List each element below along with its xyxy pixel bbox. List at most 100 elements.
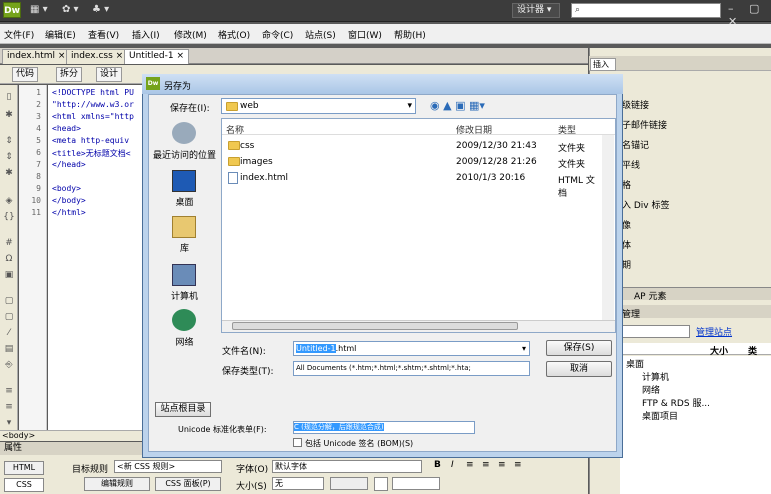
size-unit-select[interactable] <box>330 477 368 490</box>
show-code-navigator-icon[interactable]: ✱ <box>3 110 15 120</box>
insert-item[interactable]: 子邮件链接 <box>622 118 667 131</box>
insert-item[interactable]: 级链接 <box>622 98 649 111</box>
bold-button[interactable]: B <box>434 460 441 470</box>
place-library[interactable]: 库 <box>150 241 219 254</box>
select-parent-tag-icon[interactable]: ◈ <box>3 196 15 206</box>
up-folder-icon[interactable]: ▲ <box>443 99 451 112</box>
indent-icon[interactable]: ≡ <box>3 386 15 396</box>
wrap-tag-icon[interactable]: ⁄ <box>3 328 15 338</box>
file-row[interactable]: images 2009/12/28 21:26 文件夹 <box>224 154 600 170</box>
remove-comment-icon[interactable]: ▢ <box>3 312 15 322</box>
file-row[interactable]: index.html 2010/1/3 20:16 HTML 文档 <box>224 170 600 199</box>
menu-modify[interactable]: 修改(M) <box>174 28 207 41</box>
tab-files[interactable]: 管理 <box>622 307 640 320</box>
menu-commands[interactable]: 命令(C) <box>262 28 293 41</box>
scrollbar-thumb[interactable] <box>232 322 518 330</box>
insert-item[interactable]: 平线 <box>622 158 640 171</box>
file-row[interactable]: css 2009/12/30 21:43 文件夹 <box>224 138 600 154</box>
tab-untitled-1[interactable]: Untitled-1 × <box>124 49 189 64</box>
insert-item[interactable]: 名锚记 <box>622 138 649 151</box>
collapse-selection-icon[interactable]: ⇕ <box>3 152 15 162</box>
recent-snippets-icon[interactable]: ▤ <box>3 344 15 354</box>
font-select[interactable]: 默认字体 <box>272 460 422 473</box>
target-rule-select[interactable]: <新 CSS 规则> <box>114 460 222 473</box>
manage-sites-link[interactable]: 管理站点 <box>696 325 732 338</box>
split-view-button[interactable]: 拆分 <box>56 67 83 82</box>
comment-icon[interactable]: ▢ <box>3 296 15 306</box>
syntax-error-icon[interactable]: ▣ <box>3 270 15 280</box>
bom-checkbox[interactable] <box>293 438 302 447</box>
insert-item[interactable]: 像 <box>622 218 631 231</box>
filetype-select[interactable]: All Documents (*.htm;*.html;*.shtm;*.sht… <box>293 361 530 376</box>
justify-icon[interactable]: ≡ <box>514 460 522 470</box>
tab-index-html[interactable]: index.html × <box>2 49 71 64</box>
place-desktop[interactable]: 桌面 <box>150 195 219 208</box>
site-select[interactable] <box>620 325 690 338</box>
workspace-switcher[interactable]: 设计器 ▾ <box>512 3 560 18</box>
expand-all-icon[interactable]: ✱ <box>3 168 15 178</box>
menu-file[interactable]: 文件(F) <box>4 28 34 41</box>
tab-ap-elements[interactable]: AP 元素 <box>634 289 666 302</box>
site-root-button[interactable]: 站点根目录 <box>155 402 211 417</box>
file-item[interactable]: 网络 <box>642 383 660 396</box>
color-input[interactable] <box>392 477 440 490</box>
code-view-button[interactable]: 代码 <box>12 67 39 82</box>
menu-view[interactable]: 查看(V) <box>88 28 119 41</box>
file-item[interactable]: 计算机 <box>642 370 669 383</box>
color-picker[interactable] <box>374 477 388 491</box>
view-menu-icon[interactable]: ▦▾ <box>469 99 485 112</box>
html-mode-button[interactable]: HTML <box>4 461 44 475</box>
extend-icon[interactable]: ♣ ▾ <box>92 4 109 15</box>
insert-item[interactable]: 入 Div 标签 <box>622 198 669 211</box>
collapse-full-tag-icon[interactable]: ⇕ <box>3 136 15 146</box>
new-folder-icon[interactable]: ▣ <box>455 99 465 112</box>
menu-help[interactable]: 帮助(H) <box>394 28 426 41</box>
open-documents-icon[interactable]: ▯ <box>3 92 15 102</box>
italic-button[interactable]: I <box>451 460 454 470</box>
menu-format[interactable]: 格式(O) <box>218 28 250 41</box>
cancel-button[interactable]: 取消 <box>546 361 612 377</box>
outdent-icon[interactable]: ≡ <box>3 402 15 412</box>
edit-rule-button[interactable]: 编辑规则 <box>84 477 150 491</box>
menu-window[interactable]: 窗口(W) <box>348 28 382 41</box>
place-computer[interactable]: 计算机 <box>150 289 219 302</box>
insert-item[interactable]: 格 <box>622 178 631 191</box>
size-select[interactable]: 无 <box>272 477 324 490</box>
tab-insert[interactable]: 插入 <box>590 58 616 71</box>
filename-input[interactable]: Untitled-1.html ▾ <box>293 341 530 356</box>
insert-item[interactable]: 体 <box>622 238 631 251</box>
file-item[interactable]: 桌面项目 <box>642 409 678 422</box>
place-network[interactable]: 网络 <box>150 335 219 348</box>
file-date: 2009/12/30 21:43 <box>456 141 537 151</box>
align-left-icon[interactable]: ≡ <box>466 460 474 470</box>
file-item[interactable]: FTP & RDS 服... <box>642 396 710 409</box>
file-item[interactable]: 桌面 <box>626 357 644 370</box>
unicode-form-select[interactable]: C (规范分解，后跟规范合成) <box>293 421 475 434</box>
css-mode-button[interactable]: CSS <box>4 478 44 492</box>
css-panel-button[interactable]: CSS 面板(P) <box>155 477 221 491</box>
column-type[interactable]: 类型 <box>558 123 576 136</box>
balance-braces-icon[interactable]: {} <box>3 212 15 222</box>
line-numbers-icon[interactable]: # <box>3 238 15 248</box>
back-icon[interactable]: ◉ <box>430 99 440 112</box>
vertical-scrollbar[interactable] <box>602 135 614 320</box>
column-date[interactable]: 修改日期 <box>456 123 492 136</box>
move-css-icon[interactable]: ⎆ <box>3 360 15 370</box>
menu-site[interactable]: 站点(S) <box>305 28 336 41</box>
search-input[interactable]: ⌕ <box>571 3 721 18</box>
insert-item[interactable]: 期 <box>622 258 631 271</box>
column-name[interactable]: 名称 <box>226 123 244 136</box>
place-recent[interactable]: 最近访问的位置 <box>150 148 219 161</box>
tab-index-css[interactable]: index.css × <box>66 49 129 64</box>
save-button[interactable]: 保存(S) <box>546 340 612 356</box>
design-view-button[interactable]: 设计 <box>96 67 123 82</box>
layout-icon[interactable]: ▦ ▾ <box>30 4 48 15</box>
gear-icon[interactable]: ✿ ▾ <box>62 4 79 15</box>
menu-insert[interactable]: 插入(I) <box>132 28 160 41</box>
format-source-icon[interactable]: ▾ <box>3 418 15 428</box>
align-right-icon[interactable]: ≡ <box>498 460 506 470</box>
save-in-select[interactable]: web ▾ <box>221 98 416 114</box>
align-center-icon[interactable]: ≡ <box>482 460 490 470</box>
highlight-invalid-icon[interactable]: Ω <box>3 254 15 264</box>
menu-edit[interactable]: 编辑(E) <box>45 28 76 41</box>
